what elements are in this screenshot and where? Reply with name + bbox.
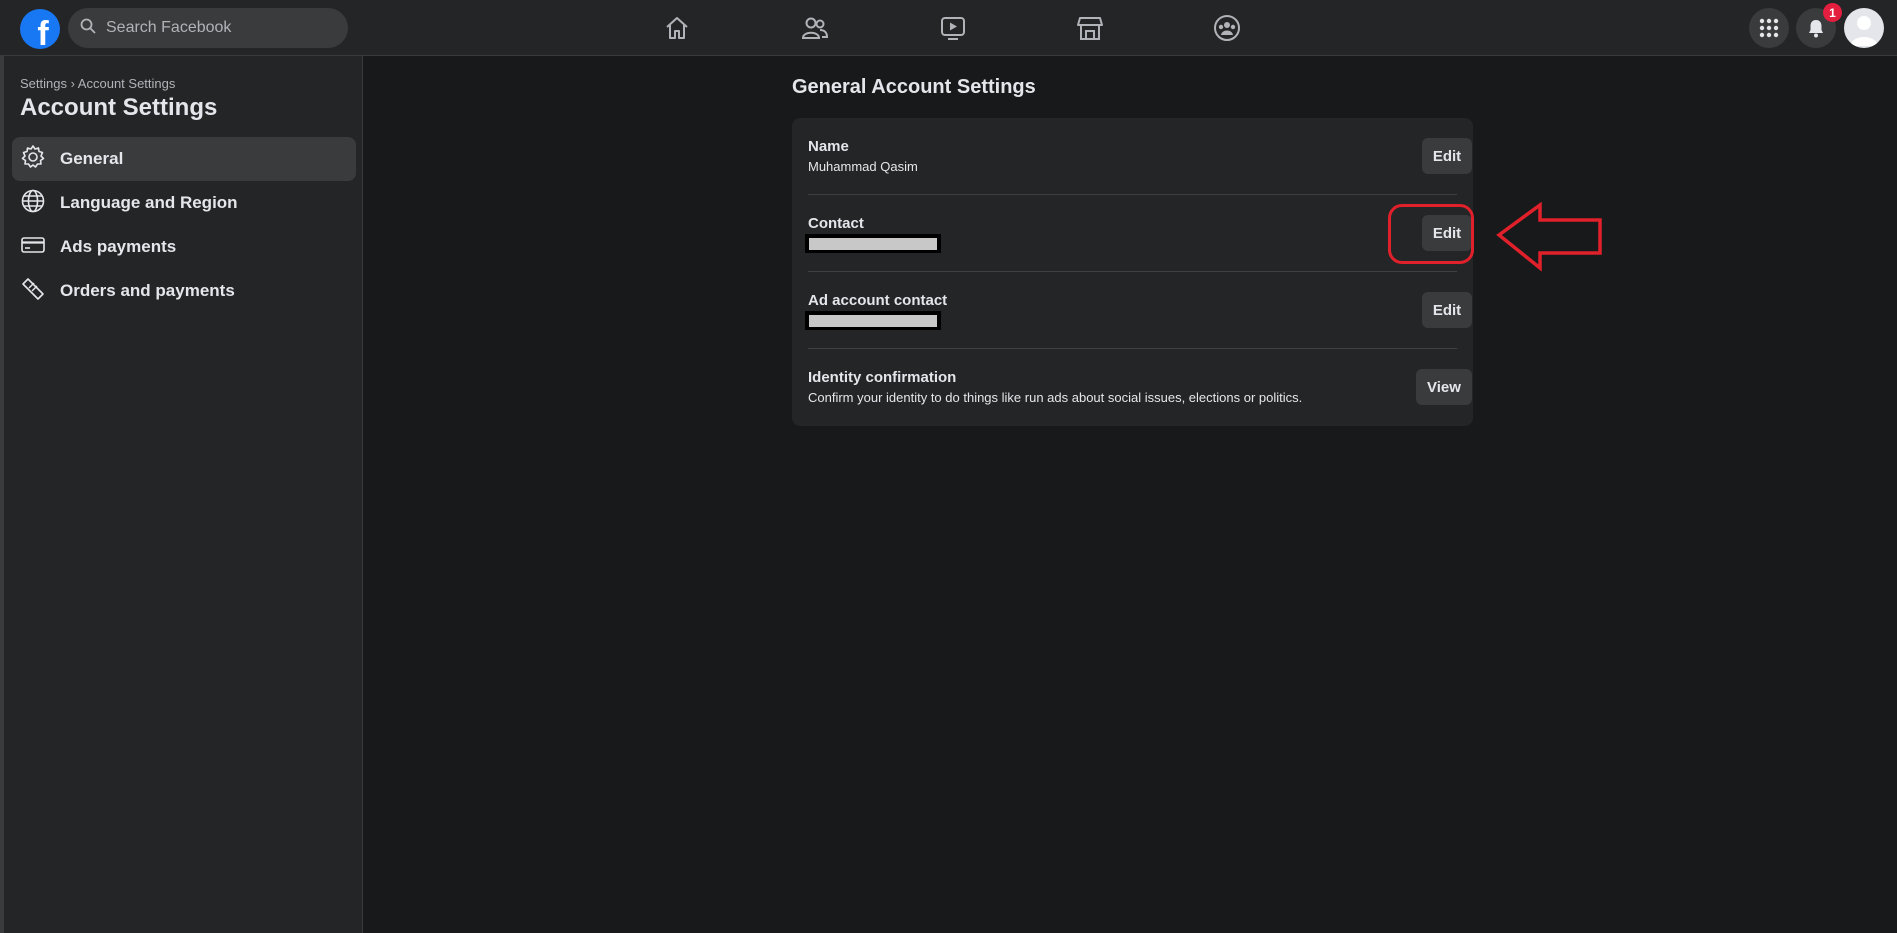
annotation-highlight-ring [1388, 204, 1474, 264]
settings-row-identity-confirmation: Identity confirmation Confirm your ident… [808, 349, 1472, 426]
settings-row-ad-account-contact: Ad account contact Edit [805, 272, 1472, 349]
sidebar-item-language-and-region[interactable]: Language and Region [12, 181, 356, 225]
settings-row-name: Name Muhammad Qasim Edit [808, 118, 1472, 195]
gear-icon [20, 144, 46, 175]
row-value: Muhammad Qasim [808, 159, 918, 174]
avatar[interactable] [1844, 8, 1884, 48]
row-value: Confirm your identity to do things like … [808, 390, 1303, 405]
sidebar-item-label: Orders and payments [60, 281, 235, 300]
page-title: Account Settings [20, 94, 218, 121]
sidebar-item-label: Ads payments [60, 237, 177, 256]
groups-icon[interactable] [1197, 8, 1257, 48]
row-title: Ad account contact [808, 292, 948, 309]
sidebar-item-ads-payments[interactable]: Ads payments [12, 225, 356, 269]
redacted-ad-contact-value [805, 311, 941, 330]
settings-row-contact: Contact Edit [805, 195, 1472, 272]
marketplace-icon[interactable] [1060, 8, 1120, 48]
settings-sidebar: Settings › Account Settings Account Sett… [0, 56, 363, 933]
search-box[interactable] [68, 8, 348, 48]
section-title: General Account Settings [792, 76, 1036, 98]
sidebar-item-general[interactable]: General [12, 137, 356, 181]
facebook-logo-letter: f [37, 15, 49, 49]
row-title: Name [808, 138, 849, 155]
settings-card: Name Muhammad Qasim Edit Contact Edit Ad… [792, 118, 1473, 426]
top-navigation-bar: f 1 [0, 0, 1897, 56]
friends-icon[interactable] [785, 8, 845, 48]
edit-ad-account-contact-button[interactable]: Edit [1422, 292, 1472, 328]
ticket-icon [20, 276, 46, 307]
grid-menu-icon[interactable] [1749, 8, 1789, 48]
breadcrumb[interactable]: Settings › Account Settings [20, 76, 175, 91]
notification-badge: 1 [1823, 3, 1842, 22]
row-title: Identity confirmation [808, 369, 957, 386]
sidebar-item-orders-and-payments[interactable]: Orders and payments [12, 269, 356, 313]
globe-icon [20, 188, 46, 219]
view-identity-button[interactable]: View [1416, 369, 1472, 405]
search-input[interactable] [104, 18, 328, 38]
redacted-contact-value [805, 234, 941, 253]
sidebar-item-label: General [60, 149, 124, 168]
watch-icon[interactable] [923, 8, 983, 48]
credit-card-icon [20, 232, 46, 263]
row-title: Contact [808, 215, 864, 232]
edit-name-button[interactable]: Edit [1422, 138, 1472, 174]
search-icon [80, 18, 96, 39]
facebook-logo[interactable]: f [20, 9, 60, 49]
annotation-arrow-icon [1496, 202, 1602, 272]
sidebar-item-label: Language and Region [60, 193, 238, 212]
home-icon[interactable] [647, 8, 707, 48]
